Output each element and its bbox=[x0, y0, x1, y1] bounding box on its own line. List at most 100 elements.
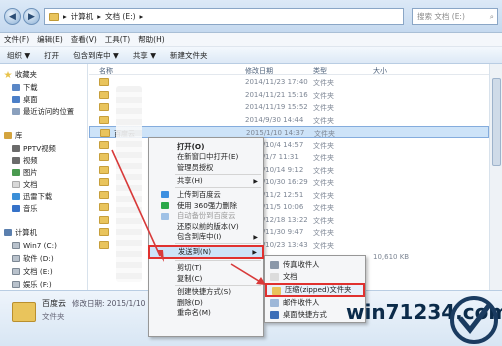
search-input[interactable]: 搜索 文档 (E:) ⌕ bbox=[412, 8, 498, 25]
nav-desktop[interactable]: 桌面 bbox=[12, 94, 38, 105]
breadcrumb-computer[interactable]: 计算机 bbox=[71, 11, 94, 22]
sendto-label: 文档 bbox=[283, 272, 298, 281]
nav-drive-d[interactable]: 软件 (D:) bbox=[12, 253, 54, 264]
menu-help[interactable]: 帮助(H) bbox=[134, 34, 169, 45]
menu-item-label: 包含到库中(I) bbox=[177, 232, 222, 242]
menu-item[interactable]: 打开(O) bbox=[149, 141, 263, 152]
column-type[interactable]: 类型 bbox=[313, 66, 327, 76]
forward-button[interactable]: ▶ bbox=[23, 8, 40, 25]
folder-icon bbox=[99, 240, 109, 249]
nav-drive-e[interactable]: 文档 (E:) bbox=[12, 266, 53, 277]
new-folder-button[interactable]: 新建文件夹 bbox=[163, 50, 215, 61]
menu-item-send-to[interactable]: 发送到(N) ▶ bbox=[148, 245, 264, 260]
nav-drive-c[interactable]: Win7 (C:) bbox=[12, 240, 57, 251]
menu-view[interactable]: 查看(V) bbox=[67, 34, 101, 45]
menu-item-label: 共享(H) bbox=[177, 176, 203, 186]
menu-edit[interactable]: 编辑(E) bbox=[33, 34, 67, 45]
menu-item[interactable]: 使用 360强力删除 bbox=[149, 200, 263, 211]
scrollbar-thumb[interactable] bbox=[492, 78, 501, 166]
folder-icon bbox=[99, 203, 109, 211]
menu-separator bbox=[175, 284, 261, 286]
nav-recent[interactable]: 最近访问的位置 bbox=[12, 106, 74, 117]
menu-item[interactable]: 复制(C) bbox=[149, 273, 263, 284]
nav-label: 娱乐 (F:) bbox=[23, 279, 52, 289]
search-icon: ⌕ bbox=[489, 11, 494, 21]
menu-item[interactable]: 创建快捷方式(S) bbox=[149, 287, 263, 298]
drive-icon bbox=[12, 255, 20, 262]
drive-icon bbox=[12, 281, 20, 288]
open-button[interactable]: 打开 bbox=[37, 50, 66, 61]
menu-separator bbox=[175, 260, 261, 262]
vertical-scrollbar[interactable] bbox=[489, 64, 502, 290]
library-icon bbox=[4, 132, 12, 139]
folder-icon bbox=[99, 115, 109, 124]
nav-library[interactable]: 库 bbox=[4, 130, 22, 141]
menu-item[interactable]: 还原以前的版本(V) bbox=[149, 221, 263, 232]
video-icon bbox=[12, 145, 20, 152]
nav-computer[interactable]: 计算机 bbox=[4, 227, 37, 238]
nav-video[interactable]: 视频 bbox=[12, 155, 38, 166]
menu-item[interactable]: 删除(D) bbox=[149, 297, 263, 308]
column-name[interactable]: 名称 bbox=[99, 66, 113, 76]
column-size[interactable]: 大小 bbox=[373, 66, 387, 76]
breadcrumb-drive-e[interactable]: 文档 (E:) bbox=[105, 11, 136, 22]
address-input[interactable]: ▸ 计算机 ▸ 文档 (E:) ▸ bbox=[44, 8, 404, 25]
details-name: 百度云 bbox=[42, 299, 66, 308]
context-menu: 打开(O) 在新窗口中打开(E) 管理员授权 共享(H) ▶ 上传到百度云 使用 360强力… bbox=[148, 137, 264, 337]
menu-item[interactable]: 重命名(M) bbox=[149, 308, 263, 319]
watermark-logo-icon bbox=[450, 296, 498, 344]
menu-item-label: 上传到百度云 bbox=[177, 189, 221, 199]
folder-icon bbox=[100, 129, 110, 137]
back-button[interactable]: ◀ bbox=[4, 8, 21, 25]
nav-drive-f[interactable]: 娱乐 (F:) bbox=[12, 279, 52, 290]
table-row[interactable]: 2014/11/21 15:16 文件夹 bbox=[89, 89, 489, 101]
breadcrumb-separator: ▸ bbox=[139, 12, 144, 21]
nav-label: 下载 bbox=[23, 82, 38, 92]
row-date: 2014/11/21 15:16 bbox=[245, 90, 308, 99]
row-type: 文件夹 bbox=[314, 130, 335, 138]
folder-icon bbox=[12, 302, 36, 322]
menu-item-label: 打开(O) bbox=[177, 141, 205, 151]
nav-music[interactable]: 音乐 bbox=[12, 203, 38, 214]
nav-thunder[interactable]: 迅雷下载 bbox=[12, 191, 52, 202]
nav-pictures[interactable]: 图片 bbox=[12, 167, 38, 178]
nav-pptv[interactable]: PPTV视频 bbox=[12, 143, 56, 154]
menu-item[interactable]: 上传到百度云 bbox=[149, 189, 263, 200]
sendto-label: 传真收件人 bbox=[283, 260, 320, 269]
row-type: 文件夹 bbox=[313, 179, 334, 187]
sendto-item[interactable]: 传真收件人 bbox=[265, 259, 365, 271]
menu-item[interactable]: 共享(H) ▶ bbox=[149, 176, 263, 187]
menu-item[interactable]: 在新窗口中打开(E) bbox=[149, 152, 263, 163]
sendto-zip-item[interactable]: 压缩(zipped)文件夹 bbox=[265, 283, 365, 297]
organize-button[interactable]: 组织 ▼ bbox=[0, 50, 37, 61]
menu-item[interactable]: 管理员授权 bbox=[149, 162, 263, 173]
folder-icon bbox=[99, 165, 109, 174]
row-type: 文件夹 bbox=[313, 79, 334, 87]
column-date[interactable]: 修改日期 bbox=[245, 66, 273, 76]
nav-documents[interactable]: 文档 bbox=[12, 179, 38, 190]
nav-label: 文档 (E:) bbox=[23, 266, 53, 276]
submenu-arrow-icon: ▶ bbox=[252, 248, 257, 256]
menu-item[interactable]: 剪切(T) bbox=[149, 262, 263, 273]
table-row[interactable]: 2014/9/30 14:44 文件夹 bbox=[89, 114, 489, 126]
nav-favorites[interactable]: 收藏夹 bbox=[4, 69, 37, 80]
menu-item-label: 在新窗口中打开(E) bbox=[177, 152, 239, 162]
folder-icon bbox=[99, 90, 109, 99]
table-row[interactable]: 2014/11/19 15:52 文件夹 bbox=[89, 101, 489, 113]
menu-item-label: 创建快捷方式(S) bbox=[177, 287, 232, 297]
navigation-pane: 收藏夹 下载 桌面 最近访问的位置 库 PPTV视频 视频 图片 文档 迅雷下载… bbox=[0, 64, 88, 290]
nav-downloads[interactable]: 下载 bbox=[12, 82, 38, 93]
blurred-names bbox=[116, 86, 142, 282]
menu-item[interactable]: 包含到库中(I) ▶ bbox=[149, 232, 263, 243]
menu-tools[interactable]: 工具(T) bbox=[101, 34, 134, 45]
menu-file[interactable]: 文件(F) bbox=[0, 34, 33, 45]
address-bar: ◀ ▶ ▸ 计算机 ▸ 文档 (E:) ▸ 搜索 文档 (E:) ⌕ bbox=[0, 0, 502, 33]
table-row[interactable]: 2014/11/23 17:40 文件夹 bbox=[89, 76, 489, 88]
row-type: 文件夹 bbox=[313, 191, 334, 200]
nav-label: Win7 (C:) bbox=[23, 241, 57, 250]
sendto-item[interactable]: 文档 bbox=[265, 271, 365, 283]
sendto-label: 邮件收件人 bbox=[283, 298, 320, 307]
include-in-library-button[interactable]: 包含到库中 ▼ bbox=[66, 50, 126, 61]
desktop-icon bbox=[12, 96, 20, 103]
share-button[interactable]: 共享 ▼ bbox=[126, 50, 163, 61]
